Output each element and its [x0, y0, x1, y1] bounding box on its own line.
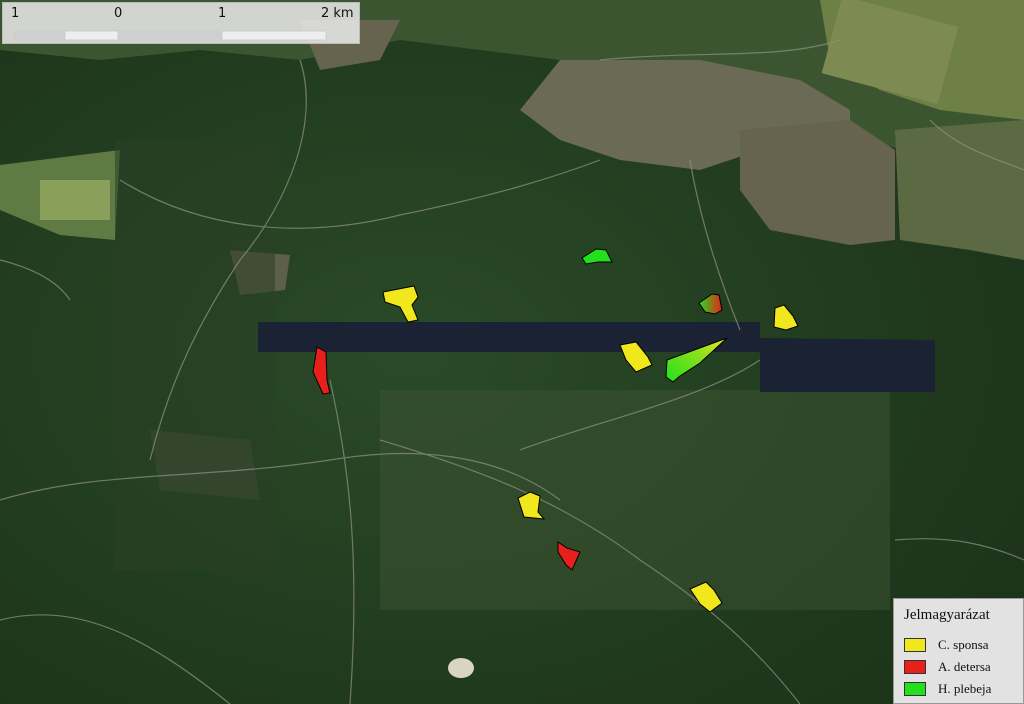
legend-item-h-plebeja: H. plebeja — [904, 679, 991, 699]
legend-swatch — [904, 638, 926, 652]
satellite-basemap — [0, 0, 1024, 704]
scale-label-one: 1 — [218, 6, 227, 21]
scale-label-left: 1 — [11, 6, 20, 21]
scale-label-zero: 0 — [114, 6, 123, 21]
legend-swatch — [904, 660, 926, 674]
imagery-tile-south — [380, 390, 890, 610]
suburb-east — [895, 120, 1024, 260]
legend-label: A. detersa — [938, 659, 991, 674]
scale-label-end: 2 km — [321, 6, 354, 21]
legend-label: H. plebeja — [938, 681, 992, 696]
legend-item-a-detersa: A. detersa — [904, 657, 991, 677]
quarry-patch — [448, 658, 474, 678]
legend-swatch — [904, 682, 926, 696]
legend-label: C. sponsa — [938, 637, 989, 652]
imagery-tile — [115, 140, 275, 570]
map-view[interactable]: 1 0 1 2 km Jelmagyarázat C. sponsa A. de… — [0, 0, 1024, 704]
field-parcel-west — [40, 180, 110, 220]
legend-title: Jelmagyarázat — [904, 607, 990, 623]
map-legend: Jelmagyarázat C. sponsa A. detersa H. pl… — [893, 598, 1024, 704]
scale-bar: 1 0 1 2 km — [2, 2, 360, 44]
legend-item-c-sponsa: C. sponsa — [904, 635, 989, 655]
